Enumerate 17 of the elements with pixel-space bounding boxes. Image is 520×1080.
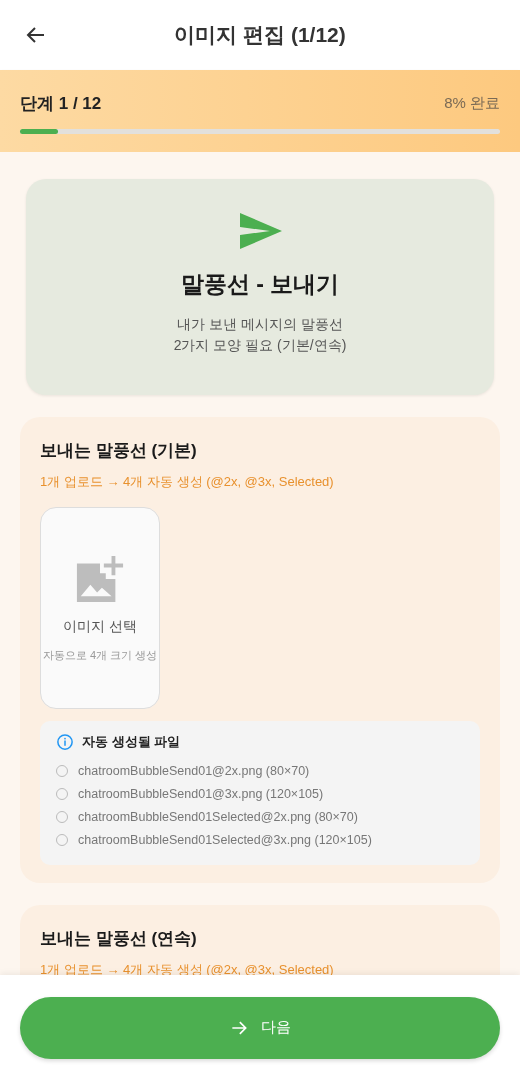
step-label: 단계 1 / 12 <box>20 93 102 115</box>
intro-text: 내가 보낸 메시지의 말풍선 <box>177 315 343 334</box>
info-title: 자동 생성될 파일 <box>82 733 181 751</box>
section-subtitle: 1개 업로드 → 4개 자동 생성 (@2x, @3x, Selected) <box>40 473 334 491</box>
section-title: 보내는 말풍선 (연속) <box>40 928 197 950</box>
file-name: chatroomBubbleSend01Selected@3x.png (120×105) <box>78 832 372 847</box>
page-title: 이미지 편집 (1/12) <box>174 22 346 48</box>
percent-label: 8% 완료 <box>444 94 500 113</box>
file-name: chatroomBubbleSend01@2x.png (80×70) <box>78 763 310 778</box>
intro-title: 말풍선 - 보내기 <box>180 270 340 299</box>
add-photo-icon <box>75 554 125 604</box>
intro-text: 2가지 모양 필요 (기본/연속) <box>173 336 347 355</box>
section-title: 보내는 말풍선 (기본) <box>40 440 197 462</box>
file-name: chatroomBubbleSend01Selected@2x.png (80×70) <box>78 809 358 824</box>
file-name: chatroomBubbleSend01@3x.png (120×105) <box>78 786 324 801</box>
info-icon <box>56 733 74 751</box>
image-picker[interactable]: 이미지 선택 자동으로 4개 크기 생성 <box>40 507 160 709</box>
